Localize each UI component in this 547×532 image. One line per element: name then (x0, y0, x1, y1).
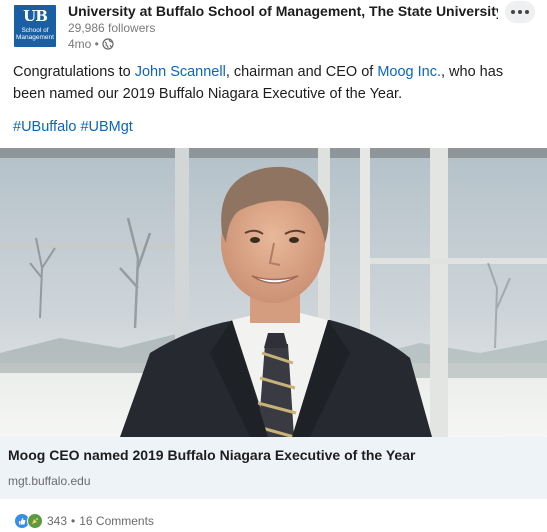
hashtags: #UBuffalo #UBMgt (13, 119, 133, 135)
company-logo[interactable]: UB School of Management (14, 5, 56, 47)
logo-text-line1: School of (21, 27, 49, 34)
post-text: Congratulations to John Scannell, chairm… (13, 61, 533, 105)
logo-text-line2: Management (16, 34, 54, 41)
post-text-part: Congratulations to (13, 64, 135, 80)
celebrate-icon (27, 513, 43, 529)
post-header: UB School of Management University at Bu… (0, 0, 547, 58)
post-time: 4mo • (68, 37, 99, 51)
social-counts: 343 • 16 Comments (14, 513, 154, 529)
reactions[interactable] (14, 513, 43, 529)
logo-text: School of Management (16, 27, 54, 41)
hashtag-ubuffalo[interactable]: #UBuffalo (13, 119, 76, 135)
follower-count: 29,986 followers (68, 21, 156, 35)
dot (518, 10, 522, 14)
portrait-photo (0, 148, 547, 437)
author-name[interactable]: University at Buffalo School of Manageme… (68, 3, 498, 19)
logo-mark: UB (23, 7, 48, 25)
comments-count[interactable]: 16 Comments (79, 514, 154, 528)
link-preview-card[interactable]: Moog CEO named 2019 Buffalo Niagara Exec… (0, 437, 547, 499)
separator: • (71, 514, 76, 528)
dot (525, 10, 529, 14)
reaction-count[interactable]: 343 (47, 514, 67, 528)
link-title[interactable]: Moog CEO named 2019 Buffalo Niagara Exec… (8, 447, 415, 463)
post-image[interactable] (0, 148, 547, 437)
hashtag-ubmgt[interactable]: #UBMgt (80, 119, 132, 135)
mention-company-link[interactable]: Moog Inc. (377, 64, 441, 80)
dot (511, 10, 515, 14)
link-domain: mgt.buffalo.edu (8, 474, 91, 488)
globe-icon (102, 38, 114, 50)
post-meta: 4mo • (68, 37, 114, 51)
more-options-button[interactable] (505, 1, 535, 23)
post-text-part: , chairman and CEO of (225, 64, 378, 80)
mention-person-link[interactable]: John Scannell (135, 64, 226, 80)
